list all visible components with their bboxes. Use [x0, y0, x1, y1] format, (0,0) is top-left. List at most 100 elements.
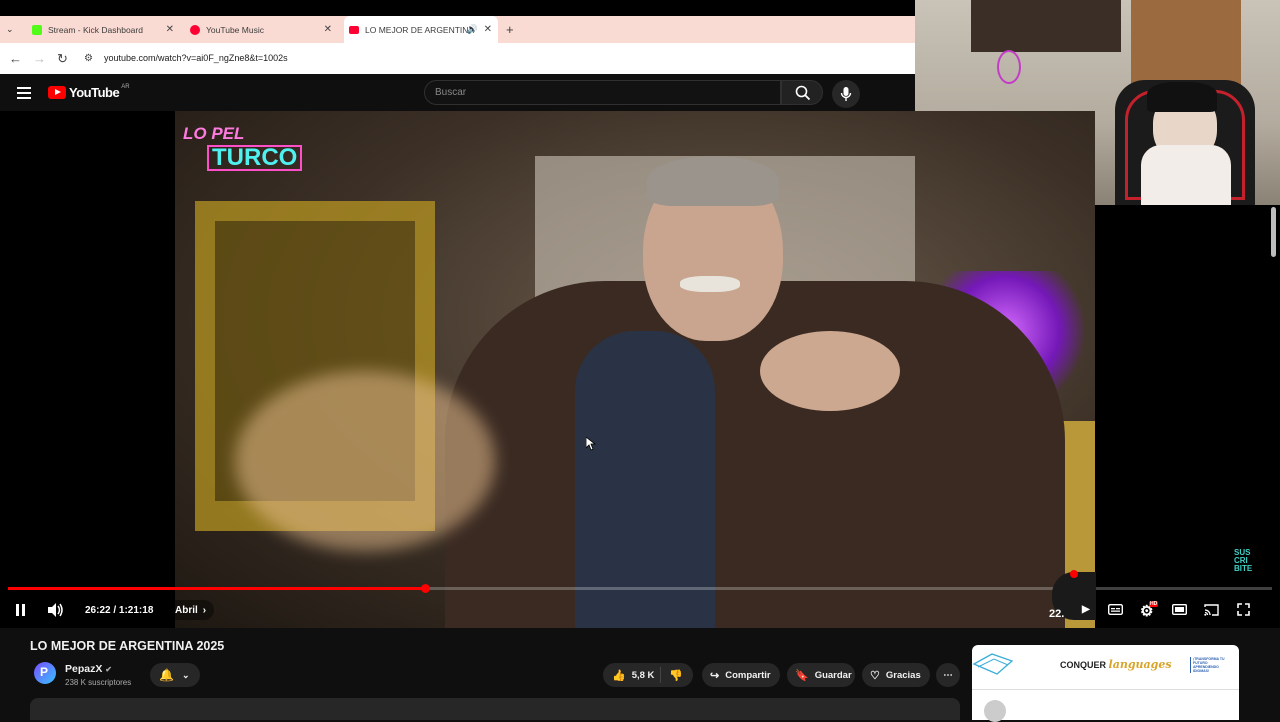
like-button[interactable]: 👍 5,8 K [603, 667, 661, 683]
search-button[interactable] [781, 80, 823, 105]
chapter-label: Abril [175, 604, 198, 616]
pause-button[interactable] [16, 604, 26, 619]
cast-button[interactable] [1204, 604, 1219, 619]
thanks-icon: ♡ [870, 669, 880, 682]
chapter-button[interactable]: Abril › [167, 600, 215, 620]
search-placeholder: Buscar [435, 87, 467, 98]
man-sweater [575, 331, 715, 628]
wall-shelf [971, 0, 1121, 52]
ad-brand: CONQUER languages [1060, 658, 1172, 671]
share-button[interactable]: ↪ Compartir [702, 663, 780, 687]
miniplayer-button[interactable] [1171, 603, 1188, 618]
site-info-icon[interactable]: ⚙ [84, 53, 93, 64]
settings-button[interactable]: ⚙ HD [1140, 601, 1159, 620]
description-box[interactable] [30, 698, 960, 720]
youtube-icon [349, 25, 359, 34]
ad-graphic-icon [972, 653, 1014, 675]
volume-icon [48, 603, 63, 617]
progress-fill [8, 587, 426, 590]
forward-icon[interactable]: → [33, 51, 46, 66]
tab-bar: ⌄ Stream - Kick Dashboard ✕ YouTube Musi… [0, 16, 915, 43]
more-actions-button[interactable]: ⋯ [936, 663, 960, 687]
chevron-right-icon: › [202, 604, 207, 616]
channel-overlay-logo: LO PEL TURCO [183, 123, 303, 171]
verified-icon: ✔ [105, 665, 112, 674]
tab-title: LO MEJOR DE ARGENTINA [365, 24, 475, 35]
streamer-shirt [1141, 145, 1231, 205]
region-code: AR [121, 83, 130, 90]
bookmark-icon: 🔖 [795, 669, 809, 682]
channel-name[interactable]: PepazX ✔ [65, 663, 112, 675]
player-controls: 26:22 / 1:21:18 Abril › 22. ▶ ⚙ HD [0, 570, 1280, 624]
chevron-down-icon: ⌄ [181, 669, 190, 680]
like-count: 5,8 K [631, 669, 655, 681]
speaker-icon[interactable]: 🔊 [467, 24, 478, 35]
thanks-button[interactable]: ♡ Gracias [862, 663, 930, 687]
tab-list-icon[interactable]: ⌄ [6, 16, 20, 43]
menu-icon[interactable] [17, 87, 31, 99]
kick-icon [32, 24, 42, 35]
man-hair [647, 156, 779, 206]
channel-avatar[interactable]: P [34, 662, 56, 684]
thumbs-down-icon[interactable]: 👎 [669, 669, 683, 682]
address-bar: ← → ↻ ⚙ youtube.com/watch?v=ai0F_ngZne8&… [0, 43, 915, 74]
back-icon[interactable]: ← [9, 51, 22, 66]
overlay-logo-line1: LO PEL [183, 124, 245, 143]
tab-lo-mejor[interactable]: LO MEJOR DE ARGENTINA 🔊 ✕ [344, 16, 498, 43]
mic-icon [840, 87, 852, 101]
url-field[interactable]: youtube.com/watch?v=ai0F_ngZne8&t=1002s [104, 53, 288, 63]
youtube-logo-icon [48, 86, 66, 99]
youtube-header: YouTube AR Buscar [0, 74, 915, 111]
fullscreen-button[interactable] [1237, 603, 1250, 619]
video-player[interactable]: LO PEL TURCO [175, 111, 1095, 628]
sidebar-ad[interactable]: CONQUER languages ¡TRANSFORMA TU FUTURO … [972, 645, 1239, 722]
neon-sign [997, 50, 1021, 84]
close-icon[interactable]: ✕ [484, 24, 492, 35]
hd-badge: HD [1149, 601, 1159, 607]
captions-button[interactable] [1107, 603, 1124, 618]
blurred-hand [235, 371, 495, 551]
time-display: 26:22 / 1:21:18 [85, 605, 154, 616]
search-input[interactable]: Buscar [424, 80, 781, 105]
tab-title: Stream - Kick Dashboard [48, 24, 143, 35]
man-hand [760, 331, 900, 411]
scrollbar[interactable] [1271, 207, 1276, 257]
volume-button[interactable] [48, 603, 64, 620]
save-label: Guardar [814, 669, 852, 681]
youtube-music-icon [190, 24, 200, 35]
close-icon[interactable]: ✕ [166, 24, 174, 35]
overlay-logo-line2: TURCO [207, 145, 303, 171]
subscribe-watermark[interactable]: SUS CRI BITE [1234, 549, 1264, 573]
share-label: Compartir [725, 669, 771, 681]
corner-number: 22. [1049, 608, 1065, 620]
miniplayer-icon [1171, 603, 1188, 616]
youtube-logo[interactable]: YouTube AR [48, 83, 130, 100]
tab-kick[interactable]: Stream - Kick Dashboard ✕ [28, 16, 180, 43]
reload-icon[interactable]: ↻ [57, 51, 68, 67]
man-moustache [680, 276, 740, 292]
like-dislike-group: 👍 5,8 K 👎 [603, 663, 693, 687]
tab-title: YouTube Music [206, 24, 264, 35]
captions-icon [1107, 603, 1124, 616]
streamer-hair [1147, 82, 1217, 112]
cast-icon [1204, 604, 1219, 616]
pause-icon [16, 604, 25, 616]
voice-search-button[interactable] [832, 80, 860, 108]
save-button[interactable]: 🔖 Guardar [787, 663, 855, 687]
man-jacket [445, 281, 1065, 628]
new-tab-button[interactable]: + [506, 16, 520, 43]
channel-name-text: PepazX [65, 663, 103, 675]
search-icon [795, 85, 811, 101]
close-icon[interactable]: ✕ [324, 24, 332, 35]
player-letterbox-left [0, 111, 175, 628]
bell-icon: 🔔 [159, 668, 174, 682]
share-icon: ↪ [710, 669, 720, 682]
tab-youtube-music[interactable]: YouTube Music ✕ [186, 16, 338, 43]
mouse-cursor-icon [586, 437, 596, 451]
notifications-button[interactable]: 🔔 ⌄ [150, 663, 200, 687]
thumbs-up-icon: 👍 [612, 669, 626, 682]
autoplay-toggle[interactable]: ▶ [1082, 604, 1090, 615]
ad-tagline: ¡TRANSFORMA TU FUTURO APRENDIENDO IDIOMA… [1190, 657, 1234, 673]
ad-brand-italic: languages [1108, 658, 1172, 671]
ad-avatar [984, 700, 1006, 722]
